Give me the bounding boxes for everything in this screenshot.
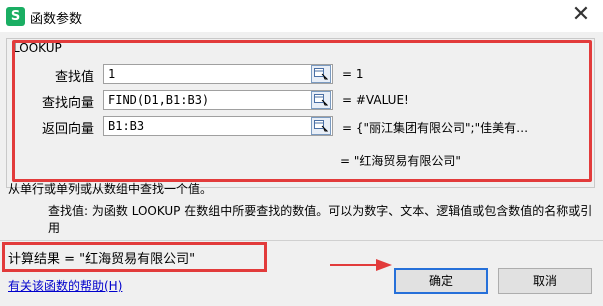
argument-description: 查找值: 为函数 LOOKUP 在数组中所要查找的数值。可以为数字、文本、逻辑值… (48, 203, 593, 237)
highlight-box-arguments (12, 40, 592, 182)
highlight-box-result (2, 242, 267, 272)
window-title: 函数参数 (30, 12, 83, 27)
divider (0, 240, 603, 241)
ok-button[interactable]: 确定 (394, 268, 488, 294)
title-bar: S 函数参数 ✕ (0, 0, 603, 32)
cancel-button[interactable]: 取消 (498, 268, 592, 294)
help-link[interactable]: 有关该函数的帮助(H) (8, 277, 122, 294)
app-s-icon: S (6, 7, 25, 26)
function-description: 从单行或单列或从数组中查找一个值。 (8, 182, 213, 196)
red-arrow-icon (330, 259, 392, 271)
close-icon[interactable]: ✕ (569, 3, 593, 27)
argument-text: 为函数 LOOKUP 在数组中所要查找的数值。可以为数字、文本、逻辑值或包含数值… (48, 204, 593, 235)
argument-name: 查找值: (48, 204, 89, 218)
